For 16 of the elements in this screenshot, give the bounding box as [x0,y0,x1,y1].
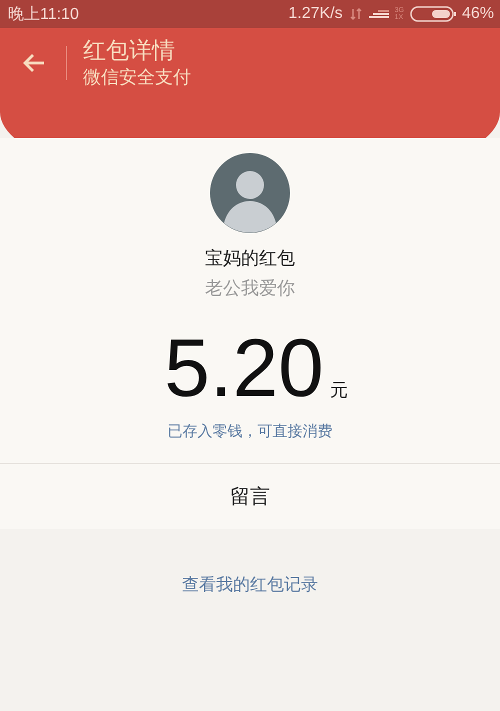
network-speed: 1.27K/s [288,5,343,23]
deposit-note[interactable]: 已存入零钱，可直接消费 [168,422,332,441]
back-arrow-icon [22,52,46,74]
page-subtitle: 微信安全支付 [83,66,191,90]
page-title: 红包详情 [83,37,176,66]
data-arrows-icon [348,7,363,21]
status-time: 晚上11:10 [8,4,79,24]
battery-percent: 46% [462,5,494,23]
currency-unit: 元 [330,379,348,402]
amount: 5.20 [164,328,324,410]
reply-button[interactable]: 留言 [0,463,500,529]
records-link[interactable]: 查看我的红包记录 [182,573,318,596]
signal-icon [368,8,389,20]
greeting-message: 老公我爱你 [205,277,295,300]
sender-name: 宝妈的红包 [205,247,295,270]
battery-icon [410,6,456,22]
